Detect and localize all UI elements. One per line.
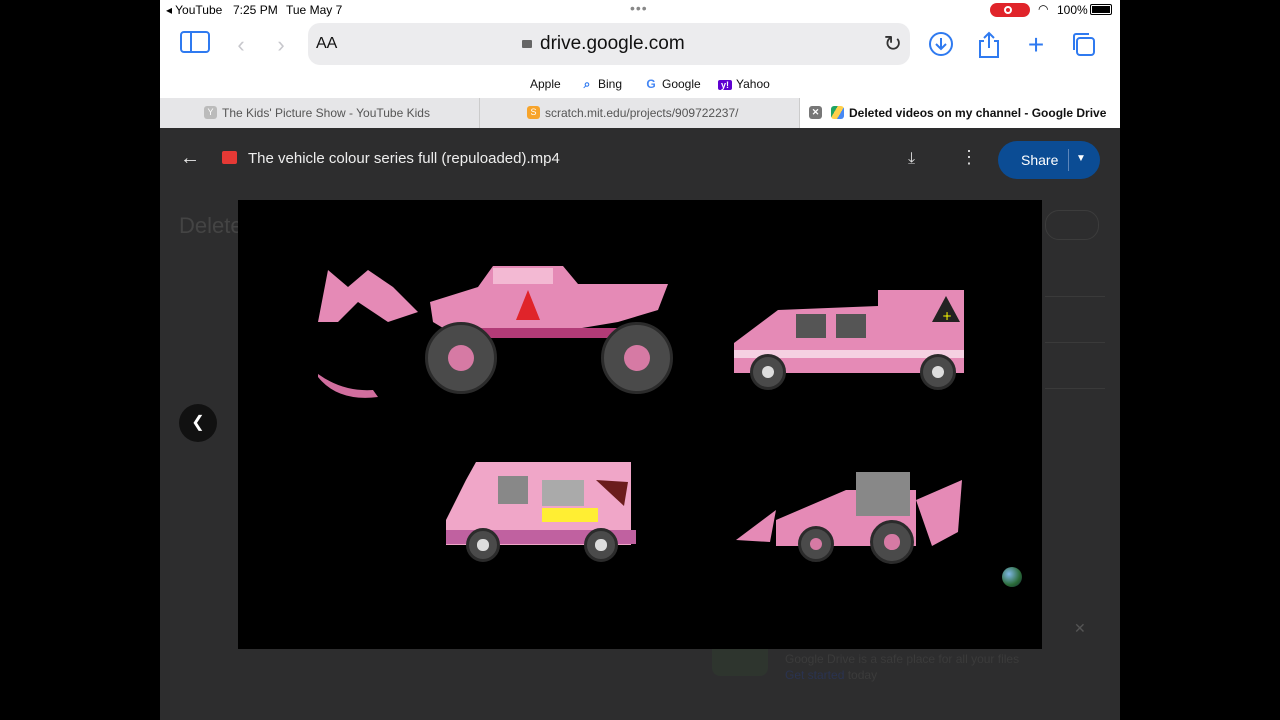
- battery-percent: 100%: [1057, 3, 1088, 17]
- lock-icon: [522, 40, 532, 48]
- share-divider: [1068, 149, 1069, 171]
- url-text[interactable]: drive.google.com: [540, 33, 685, 55]
- tab-bar: Y The Kids' Picture Show - YouTube Kids …: [160, 98, 1120, 128]
- new-tab-icon[interactable]: +: [1021, 31, 1051, 59]
- downloads-icon[interactable]: [926, 31, 956, 59]
- wheel: [750, 354, 786, 390]
- video-player[interactable]: +: [238, 200, 1042, 649]
- pink-backhoe-loader: [736, 470, 964, 566]
- tab-overview-icon[interactable]: [1068, 31, 1098, 59]
- wheel: [870, 520, 914, 564]
- tab-label: The Kids' Picture Show - YouTube Kids: [222, 106, 430, 120]
- get-started-link: Get started: [785, 668, 845, 682]
- address-bar[interactable]: AA drive.google.com ↻: [308, 23, 910, 65]
- browser-toolbar: ‹ › AA drive.google.com ↻ +: [160, 20, 1120, 70]
- forward-nav-icon[interactable]: ›: [266, 31, 296, 59]
- favorite-yahoo[interactable]: y! Yahoo: [718, 77, 770, 91]
- youtube-kids-favicon: Y: [204, 106, 217, 119]
- favorite-label: Bing: [598, 77, 623, 91]
- more-options-icon[interactable]: ⋮: [960, 147, 978, 168]
- tab-scratch[interactable]: S scratch.mit.edu/projects/909722237/: [480, 98, 800, 128]
- page-title-dimmed: Delete: [179, 213, 243, 238]
- scratch-favicon: S: [527, 106, 540, 119]
- promo-cta: Get started today: [785, 668, 877, 682]
- drive-viewer-header: ← The vehicle colour series full (repulo…: [160, 129, 1120, 189]
- sidebar-toggle-icon[interactable]: [180, 31, 210, 59]
- file-title: The vehicle colour series full (repuload…: [248, 150, 560, 167]
- tab-label: Deleted videos on my channel - Google Dr…: [849, 106, 1107, 120]
- bing-search-icon: ⌕: [583, 77, 591, 91]
- yahoo-icon: y!: [718, 80, 732, 90]
- wheel: [920, 354, 956, 390]
- close-promo-icon: ✕: [1074, 620, 1086, 636]
- favorite-google[interactable]: G Google: [644, 77, 701, 91]
- back-arrow-icon[interactable]: ←: [180, 147, 200, 170]
- share-dropdown-icon[interactable]: ▼: [1076, 153, 1086, 164]
- favorites-bar: Apple ⌕ Bing G Google y! Yahoo: [160, 70, 1120, 98]
- back-nav-icon[interactable]: ‹: [226, 31, 256, 59]
- tab-label: scratch.mit.edu/projects/909722237/: [545, 106, 739, 120]
- previous-file-button[interactable]: ❮: [179, 404, 217, 442]
- wheel: [425, 322, 497, 394]
- status-time: 7:25 PM: [233, 3, 278, 17]
- video-file-icon: [222, 151, 237, 164]
- status-date: Tue May 7: [286, 3, 343, 17]
- grid-view-toggle-dimmed: [1045, 210, 1099, 240]
- favorite-label: Apple: [530, 77, 561, 91]
- tab-google-drive[interactable]: ✕ Deleted videos on my channel - Google …: [800, 98, 1120, 128]
- wheel: [584, 528, 618, 562]
- share-label: Share: [1021, 152, 1059, 168]
- favorite-label: Google: [662, 77, 701, 91]
- wheel: [601, 322, 673, 394]
- share-sheet-icon[interactable]: [974, 31, 1004, 59]
- favorite-apple[interactable]: Apple: [512, 77, 561, 91]
- close-tab-icon[interactable]: ✕: [809, 106, 822, 119]
- list-divider: [1045, 388, 1105, 389]
- ipad-screen: ◂ YouTube 7:25 PM Tue May 7 ••• ◠ 100% ‹…: [160, 0, 1120, 720]
- status-bar: ◂ YouTube 7:25 PM Tue May 7 ••• ◠ 100%: [160, 0, 1120, 20]
- pink-ice-cream-van: [446, 460, 636, 564]
- list-divider: [1045, 342, 1105, 343]
- list-divider: [1045, 296, 1105, 297]
- pink-ambulance: +: [728, 288, 964, 394]
- promo-text: Google Drive is a safe place for all you…: [785, 652, 1020, 666]
- download-icon[interactable]: ⤓: [908, 150, 915, 168]
- reload-icon[interactable]: ↻: [884, 31, 902, 57]
- multitasking-dots-icon[interactable]: •••: [630, 0, 648, 16]
- svg-text:+: +: [942, 309, 952, 323]
- battery-icon: [1090, 4, 1112, 15]
- favorite-label: Yahoo: [736, 77, 770, 91]
- promo-suffix: today: [844, 668, 878, 682]
- text-size-button[interactable]: AA: [316, 35, 337, 53]
- wheel: [466, 528, 500, 562]
- globe-icon: [1002, 567, 1022, 587]
- favorite-bing[interactable]: ⌕ Bing: [580, 77, 622, 92]
- google-drive-favicon: [831, 106, 844, 119]
- tab-youtube-kids[interactable]: Y The Kids' Picture Show - YouTube Kids: [160, 98, 480, 128]
- wifi-icon: ◠: [1038, 2, 1049, 16]
- back-to-app-link[interactable]: ◂ YouTube: [166, 3, 222, 17]
- share-button[interactable]: Share ▼: [998, 141, 1100, 179]
- google-icon: G: [646, 77, 656, 91]
- wheel: [798, 526, 834, 562]
- screen-recording-icon: [990, 3, 1030, 17]
- pink-monster-truck: [318, 262, 678, 402]
